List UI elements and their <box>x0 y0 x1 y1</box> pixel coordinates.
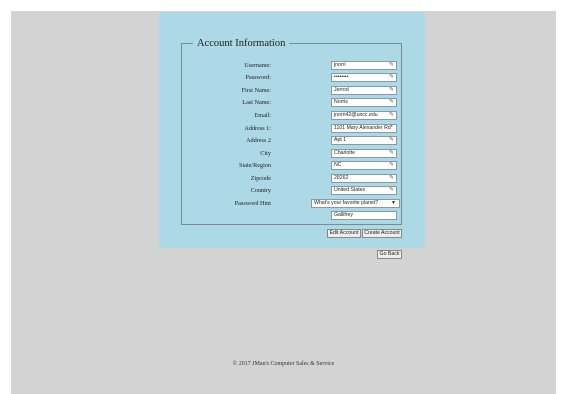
email-label: Email: <box>254 112 272 119</box>
first-name-value: Jerrod <box>334 87 349 93</box>
pencil-icon: ✎ <box>388 87 394 93</box>
create-account-button[interactable]: Create Account <box>362 229 402 238</box>
pencil-icon: ✎ <box>388 175 394 181</box>
email-input[interactable]: jnorri42@uncc.edu ✎ <box>331 111 397 120</box>
password-hint-label: Password Hint <box>234 200 271 207</box>
password-hint-question: What's your favorite planet? <box>314 200 379 206</box>
last-name-input[interactable]: Norris ✎ <box>331 98 397 107</box>
country-input[interactable]: United States ✎ <box>331 186 397 195</box>
city-input[interactable]: Charlotte ✎ <box>331 149 397 158</box>
state-value: NC <box>334 162 342 168</box>
address1-input[interactable]: 1101 Mary Alexander Rd* <box>331 124 397 133</box>
address1-label: Address 1: <box>244 125 271 132</box>
first-name-input[interactable]: Jerrod ✎ <box>331 86 397 95</box>
pencil-icon: ✎ <box>388 62 394 68</box>
address2-input[interactable]: Apt 1 ✎ <box>331 136 397 145</box>
pencil-icon: ✎ <box>388 137 394 143</box>
zipcode-value: 28262 <box>334 175 349 181</box>
last-name-label: Last Name: <box>242 99 271 106</box>
address2-label: Address 2 <box>246 137 271 144</box>
password-hint-answer-input[interactable]: Gallifrey <box>331 211 397 220</box>
pencil-icon: ✎ <box>388 187 394 193</box>
email-value: jnorri42@uncc.edu <box>334 112 378 118</box>
address1-value: 1101 Mary Alexander Rd* <box>334 125 393 131</box>
pencil-icon: ✎ <box>388 150 394 156</box>
edit-account-button[interactable]: Edit Account <box>327 229 361 238</box>
password-input[interactable]: •••••••• ✎ <box>331 73 397 82</box>
first-name-label: First Name: <box>241 87 271 94</box>
footer-copyright: © 2017 JMan's Computer Sales & Service <box>232 361 335 367</box>
state-label: State/Region <box>239 162 271 169</box>
zipcode-input[interactable]: 28262 ✎ <box>331 174 397 183</box>
password-hint-select[interactable]: What's your favorite planet? ▼ <box>311 199 400 208</box>
username-label: Username: <box>244 62 271 69</box>
city-value: Charlotte <box>334 150 356 156</box>
country-value: United States <box>334 187 366 193</box>
password-value: •••••••• <box>334 74 349 80</box>
last-name-value: Norris <box>334 99 348 105</box>
city-label: City <box>260 150 271 157</box>
password-hint-answer: Gallifrey <box>334 212 354 218</box>
zipcode-label: Zipcode <box>250 175 271 182</box>
go-back-button[interactable]: Go Back <box>377 250 402 259</box>
address2-value: Apt 1 <box>334 137 347 143</box>
pencil-icon: ✎ <box>388 99 394 105</box>
chevron-down-icon: ▼ <box>391 200 396 206</box>
country-label: Country <box>250 187 271 194</box>
pencil-icon: ✎ <box>388 162 394 168</box>
username-value: jnorri <box>334 62 346 68</box>
password-label: Password: <box>245 74 271 81</box>
pencil-icon: ✎ <box>388 112 394 118</box>
state-input[interactable]: NC ✎ <box>331 161 397 170</box>
pencil-icon: ✎ <box>388 74 394 80</box>
username-input[interactable]: jnorri ✎ <box>331 61 397 70</box>
fieldset-legend: Account Information <box>193 37 290 50</box>
